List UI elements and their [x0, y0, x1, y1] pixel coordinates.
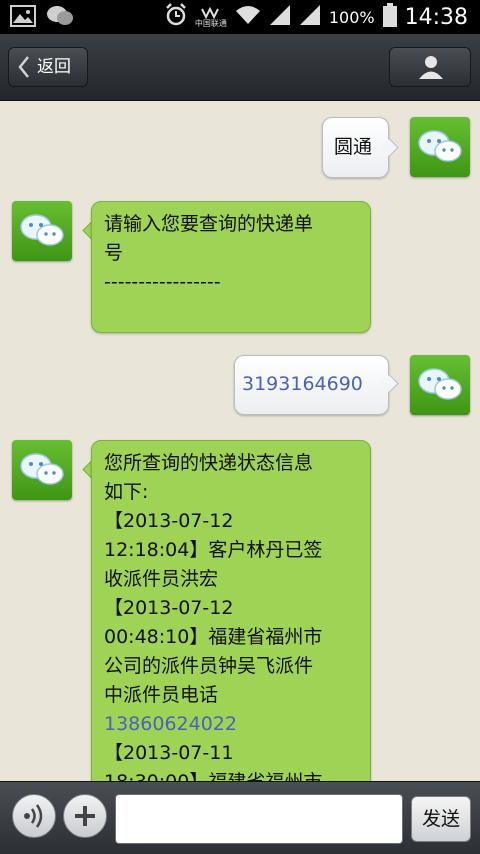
wechat-notification-icon — [46, 5, 74, 31]
voice-button[interactable] — [12, 794, 56, 838]
message-bubble-incoming[interactable]: 您所查询的快递状态信息 如下: 【2013-07-12 12:18:04】客户林… — [91, 440, 371, 820]
message-line: 号 — [104, 242, 124, 264]
message-line: 您所查询的快递状态信息 — [104, 452, 314, 474]
profile-button[interactable] — [389, 47, 471, 87]
plus-icon — [73, 804, 97, 832]
avatar[interactable] — [410, 117, 470, 177]
message-line: 中派件员电话 — [104, 684, 219, 706]
message-line: ----------------- — [104, 271, 221, 293]
status-bar: 中国联通 100% 14:38 — [0, 0, 480, 34]
message-bubble-incoming[interactable]: 请输入您要查询的快递单 号 ----------------- — [91, 201, 371, 333]
message-line: 【2013-07-12 — [104, 510, 234, 532]
wechat-logo-icon — [410, 368, 470, 419]
back-label: 返回 — [37, 57, 71, 77]
send-button[interactable]: 发送 — [411, 796, 471, 842]
wifi-icon — [235, 4, 261, 30]
chevron-left-icon — [17, 48, 31, 98]
message-line: 【2013-07-12 — [104, 597, 234, 619]
wechat-logo-icon — [12, 453, 72, 504]
message-bubble-outgoing[interactable]: 3193164690 — [234, 355, 389, 415]
battery-percent: 100% — [328, 7, 375, 27]
message-bubble-outgoing[interactable]: 圆通 — [322, 117, 389, 178]
carrier-label: 中国联通 — [194, 18, 227, 28]
title-bar: 返回 — [0, 34, 480, 101]
clock: 14:38 — [404, 4, 468, 30]
avatar[interactable] — [12, 201, 72, 261]
avatar[interactable] — [12, 440, 72, 500]
person-icon — [418, 54, 444, 84]
message-line: 00:48:10】福建省福州市 — [104, 626, 323, 648]
input-bar: 发送 — [0, 781, 480, 854]
back-button[interactable]: 返回 — [8, 47, 88, 87]
unicom-icon: 中国联通 — [194, 6, 227, 28]
message-line: 收派件员洪宏 — [104, 568, 219, 590]
message-line: 公司的派件员钟吴飞派件 — [104, 655, 314, 677]
phone-number-link[interactable]: 13860624022 — [104, 710, 362, 739]
message-line: 请输入您要查询的快递单 — [104, 213, 314, 235]
alarm-icon — [165, 3, 187, 31]
signal-icon — [269, 4, 291, 30]
voice-icon — [21, 803, 47, 833]
signal-icon — [299, 4, 321, 30]
add-button[interactable] — [63, 794, 107, 838]
message-line: 12:18:04】客户林丹已签 — [104, 539, 323, 561]
message-line: 如下: — [104, 481, 149, 503]
message-line: 【2013-07-11 — [104, 742, 234, 764]
battery-icon — [382, 3, 397, 31]
wechat-logo-icon — [12, 214, 72, 265]
avatar[interactable] — [410, 355, 470, 415]
message-text: 圆通 — [334, 136, 373, 158]
wechat-logo-icon — [410, 130, 470, 181]
image-icon — [10, 5, 36, 31]
phone-number-link[interactable]: 3193164690 — [242, 373, 363, 395]
message-input[interactable] — [115, 794, 403, 844]
